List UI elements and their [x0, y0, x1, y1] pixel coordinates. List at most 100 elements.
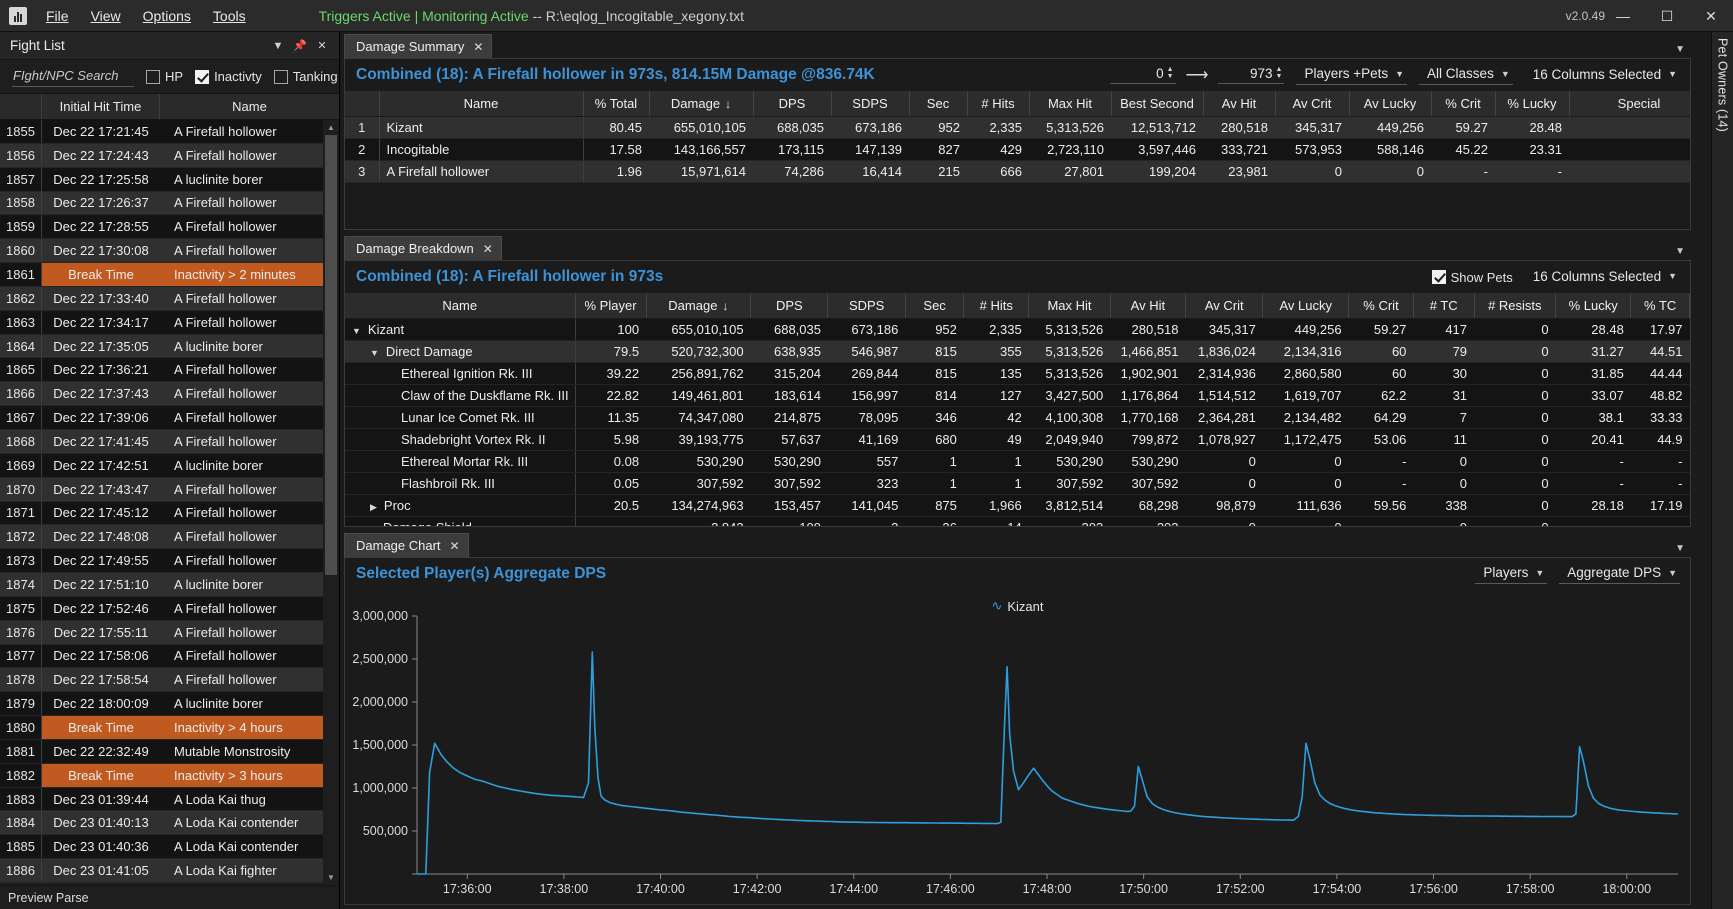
chevron-down-icon[interactable]: ▼	[352, 326, 361, 336]
fight-list-row[interactable]: 1866 Dec 22 17:37:43 A Firefall hollower	[0, 382, 339, 407]
column-header-special[interactable]: Special	[1569, 91, 1690, 117]
spinner-arrows[interactable]: ▲ ▼	[1276, 66, 1283, 81]
column-header-tc[interactable]: % TC	[1630, 293, 1690, 319]
breakdown-columns-dropdown[interactable]: 16 Columns Selected ▼	[1525, 268, 1680, 287]
filter-inactivity[interactable]: Inactivty	[195, 69, 262, 84]
chevron-down-icon[interactable]: ▼	[1675, 543, 1685, 554]
close-icon[interactable]: ✕	[311, 35, 333, 57]
close-icon[interactable]: ✕	[473, 40, 483, 54]
chevron-down-icon[interactable]: ▼	[1675, 44, 1685, 55]
table-row[interactable]: ▶ Proc 20.5 134,274,963 153,457 141,045 875 1,9…	[345, 494, 1690, 517]
column-header-av-lucky[interactable]: Av Lucky	[1349, 91, 1432, 117]
fight-list-row[interactable]: 1855 Dec 22 17:21:45 A Firefall hollower	[0, 120, 339, 144]
fight-list-row[interactable]: 1870 Dec 22 17:43:47 A Firefall hollower	[0, 477, 339, 502]
menu-file[interactable]: File	[35, 3, 80, 29]
fight-list-row[interactable]: 1886 Dec 23 01:41:05 A Loda Kai fighter	[0, 859, 339, 883]
fight-list-row[interactable]: 1860 Dec 22 17:30:08 A Firefall hollower	[0, 239, 339, 264]
column-header-damage[interactable]: Damage ↓	[649, 91, 754, 117]
menu-view[interactable]: View	[80, 3, 132, 29]
table-row[interactable]: Shadebright Vortex Rk. II 5.98 39,193,775 5…	[345, 428, 1690, 451]
table-row[interactable]: Damage Shield-2,8421092261420320300-00--	[345, 516, 1690, 526]
column-header-av-crit[interactable]: Av Crit	[1185, 293, 1264, 319]
column-header-dps[interactable]: DPS	[750, 293, 829, 319]
table-row[interactable]: Ethereal Mortar Rk. III 0.08 530,290 530,29…	[345, 450, 1690, 473]
fight-list-row[interactable]: 1867 Dec 22 17:39:06 A Firefall hollower	[0, 406, 339, 430]
table-row[interactable]: 3A Firefall hollower 1.96 15,971,614 74,286…	[345, 160, 1690, 183]
column-header-av-lucky[interactable]: Av Lucky	[1262, 293, 1350, 319]
fight-list-row[interactable]: 1882 Break Time Inactivity > 3 hours	[0, 763, 339, 788]
range-start-spinner[interactable]: 0 ▲ ▼	[1109, 66, 1176, 84]
tanking-checkbox[interactable]	[273, 69, 288, 84]
fight-list-row[interactable]: 1877 Dec 22 17:58:06 A Firefall hollower	[0, 644, 339, 669]
maximize-button[interactable]: ☐	[1645, 0, 1689, 32]
tab-damage-summary[interactable]: Damage Summary ✕	[344, 34, 493, 58]
show-pets-checkbox[interactable]	[1431, 270, 1446, 284]
filter-tanking[interactable]: Tanking	[273, 69, 338, 84]
preview-parse-label[interactable]: Preview Parse	[0, 885, 339, 909]
close-icon[interactable]: ✕	[483, 242, 493, 256]
fight-list-row[interactable]: 1880 Break Time Inactivity > 4 hours	[0, 716, 339, 740]
scrollbar-thumb[interactable]	[325, 135, 337, 575]
column-header-index[interactable]	[0, 94, 42, 119]
table-row[interactable]: 2 Incogitable 17.58 143,166,557 173,115 147,1…	[345, 138, 1690, 161]
column-header-damage[interactable]: Damage ↓	[646, 293, 752, 319]
column-header-lucky[interactable]: % Lucky	[1495, 91, 1570, 117]
column-header-name[interactable]: Name	[379, 91, 584, 117]
fight-list-row[interactable]: 1857 Dec 22 17:25:58 A luclinite borer	[0, 167, 339, 192]
fight-list-row[interactable]: 1878 Dec 22 17:58:54 A Firefall hollower	[0, 668, 339, 693]
column-header-av-hit[interactable]: Av Hit	[1203, 91, 1276, 117]
column-header-initial-hit-time[interactable]: Initial Hit Time	[42, 94, 160, 119]
column-header-name[interactable]: Name	[160, 94, 339, 119]
pet-owners-rail[interactable]: Pet Owners (14)	[1711, 32, 1733, 909]
fight-list-row[interactable]: 1862 Dec 22 17:33:40 A Firefall hollower	[0, 286, 339, 311]
fight-list-row[interactable]: 1861 Break Time Inactivity > 2 minutes	[0, 262, 339, 287]
fight-list-row[interactable]: 1876 Dec 22 17:55:11 A Firefall hollower	[0, 620, 339, 645]
fight-list-row[interactable]: 1858 Dec 22 17:26:37 A Firefall hollower	[0, 191, 339, 216]
menu-options[interactable]: Options	[132, 3, 202, 29]
table-row[interactable]: 1 Kizant 80.45 655,010,105 688,035 673,186 952…	[345, 116, 1690, 139]
chevron-down-icon[interactable]: ▼	[1675, 246, 1685, 257]
fight-list-scrollbar[interactable]: ▲ ▼	[323, 120, 339, 885]
fight-list-row[interactable]: 1868 Dec 22 17:41:45 A Firefall hollower	[0, 429, 339, 454]
column-header-best-second[interactable]: Best Second	[1111, 91, 1204, 117]
arrow-right-icon[interactable]: ⟶	[1186, 65, 1209, 85]
fight-list-row[interactable]: 1859 Dec 22 17:28:55 A Firefall hollower	[0, 215, 339, 240]
chart-plot-area[interactable]: ∿ Kizant 500,000 1,000,000 1,500,000 2,000,…	[345, 590, 1690, 904]
column-header-av-crit[interactable]: Av Crit	[1275, 91, 1350, 117]
column-header-max-hit[interactable]: Max Hit	[1028, 293, 1111, 319]
table-row[interactable]: ▼ Direct Damage 79.5 520,732,300 638,935 546,…	[345, 340, 1690, 363]
column-header-name[interactable]: Name	[345, 293, 576, 319]
fight-list-row[interactable]: 1875 Dec 22 17:52:46 A Firefall hollower	[0, 596, 339, 621]
column-header-crit[interactable]: % Crit	[1348, 293, 1414, 319]
fight-list-row[interactable]: 1863 Dec 22 17:34:17 A Firefall hollower	[0, 310, 339, 335]
close-button[interactable]: ✕	[1689, 0, 1733, 32]
menu-tools[interactable]: Tools	[202, 3, 257, 29]
tab-damage-breakdown[interactable]: Damage Breakdown ✕	[344, 236, 502, 260]
close-icon[interactable]: ✕	[450, 539, 460, 553]
document-scroll-gutter[interactable]	[1695, 32, 1711, 909]
columns-selected-dropdown[interactable]: 16 Columns Selected ▼	[1525, 66, 1680, 85]
column-header-av-hit[interactable]: Av Hit	[1110, 293, 1187, 319]
table-row[interactable]: ▼ Kizant 100 655,010,105 688,035 673,186 952 2,…	[345, 318, 1690, 341]
scroll-down-icon[interactable]: ▼	[323, 870, 339, 885]
fight-list-row[interactable]: 1881 Dec 22 22:32:49 Mutable Monstrosity	[0, 739, 339, 764]
column-header-sdps[interactable]: SDPS	[831, 91, 910, 117]
fight-list-row[interactable]: 1879 Dec 22 18:00:09 A luclinite borer	[0, 692, 339, 717]
fight-list-row[interactable]: 1874 Dec 22 17:51:10 A luclinite borer	[0, 572, 339, 597]
fight-list-row[interactable]: 1871 Dec 22 17:45:12 A Firefall hollower	[0, 501, 339, 526]
show-pets-toggle[interactable]: Show Pets	[1431, 270, 1513, 285]
chevron-right-icon[interactable]: ▶	[370, 502, 377, 513]
table-row[interactable]: Ethereal Ignition Rk. III 39.22 256,891,76…	[345, 362, 1690, 385]
pin-icon[interactable]: 📌	[289, 35, 311, 57]
table-row[interactable]: Lunar Ice Comet Rk. III 11.35 74,347,080 21…	[345, 406, 1690, 429]
players-pets-dropdown[interactable]: Players +Pets ▼	[1296, 65, 1408, 85]
column-header-hits[interactable]: # Hits	[963, 293, 1030, 319]
column-header-tc[interactable]: # TC	[1413, 293, 1475, 319]
minimize-button[interactable]: —	[1601, 0, 1645, 32]
column-header-index[interactable]	[345, 91, 380, 117]
column-header-sec[interactable]: Sec	[905, 293, 965, 319]
chart-metric-dropdown[interactable]: Aggregate DPS ▼	[1559, 564, 1680, 584]
search-input[interactable]	[12, 66, 134, 87]
fight-list-row[interactable]: 1869 Dec 22 17:42:51 A luclinite borer	[0, 453, 339, 478]
range-end-spinner[interactable]: 973 ▲ ▼	[1218, 66, 1285, 84]
